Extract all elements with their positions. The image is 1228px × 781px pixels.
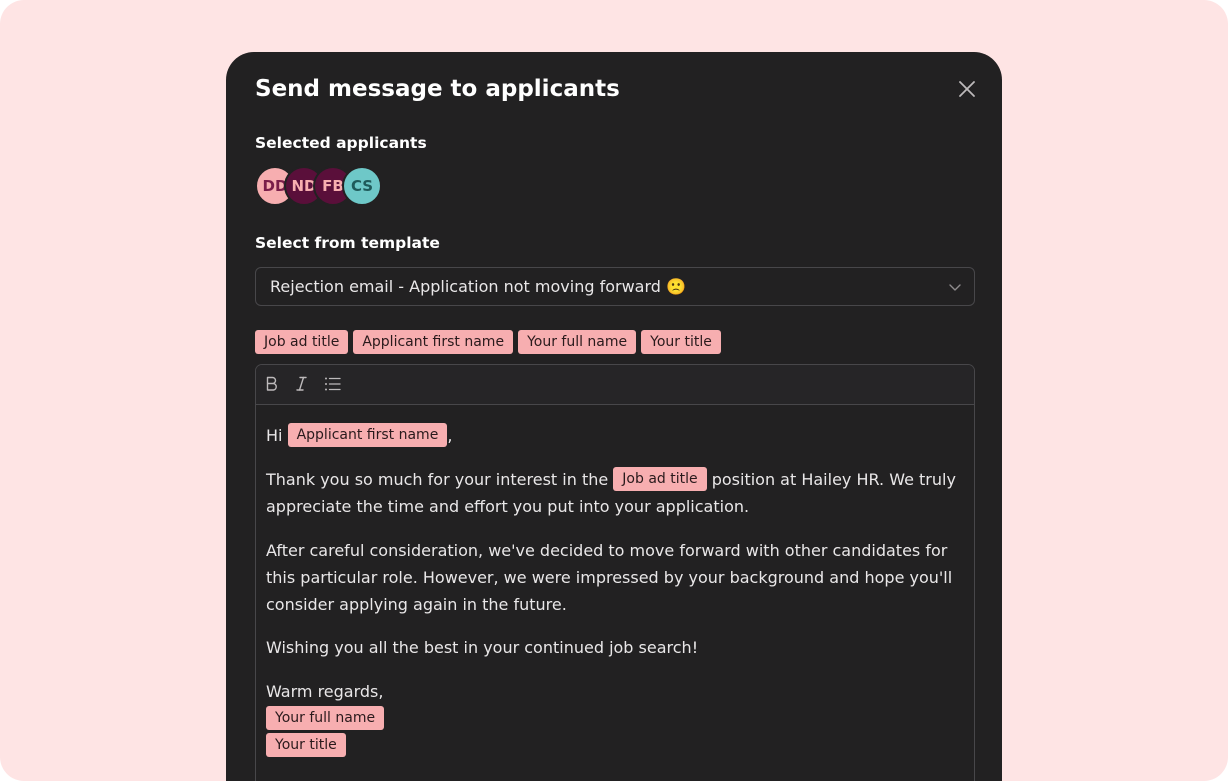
signature-title-line: Your title xyxy=(266,732,962,759)
paragraph-1-before: Thank you so much for your interest in t… xyxy=(266,470,609,489)
inline-chip-applicant-first-name[interactable]: Applicant first name xyxy=(287,423,448,447)
close-icon xyxy=(959,81,975,97)
template-selected-value: Rejection email - Application not moving… xyxy=(270,277,686,296)
signature-name-line: Your full name xyxy=(266,705,962,732)
message-editor[interactable]: Hi Applicant first name, Thank you so mu… xyxy=(255,364,975,781)
variable-chips: Job ad title Applicant first name Your f… xyxy=(255,330,721,354)
chevron-down-icon xyxy=(949,284,961,291)
greeting-prefix: Hi xyxy=(266,426,283,445)
applicant-avatars: DD ND FB CS xyxy=(255,166,415,206)
editor-toolbar xyxy=(256,365,974,405)
bold-icon xyxy=(266,376,277,391)
inline-chip-your-full-name[interactable]: Your full name xyxy=(266,706,385,730)
page-backdrop: Send message to applicants Selected appl… xyxy=(0,0,1228,781)
paragraph-2: After careful consideration, we've decid… xyxy=(266,541,953,614)
greeting-suffix: , xyxy=(447,426,453,445)
variable-chip-applicant-first-name[interactable]: Applicant first name xyxy=(353,330,514,354)
select-template-label: Select from template xyxy=(255,234,440,252)
bulleted-list-icon xyxy=(325,377,341,391)
avatar-initials: FB xyxy=(322,177,344,195)
variable-chip-your-title[interactable]: Your title xyxy=(641,330,721,354)
signoff: Warm regards, xyxy=(266,682,384,701)
template-select[interactable]: Rejection email - Application not moving… xyxy=(255,267,975,306)
inline-chip-job-ad-title[interactable]: Job ad title xyxy=(613,467,707,491)
italic-button[interactable] xyxy=(292,374,312,394)
variable-chip-your-full-name[interactable]: Your full name xyxy=(518,330,637,354)
modal-title: Send message to applicants xyxy=(255,76,620,102)
bold-button[interactable] xyxy=(262,374,282,394)
selected-applicants-label: Selected applicants xyxy=(255,134,427,152)
close-button[interactable] xyxy=(954,76,980,102)
send-message-modal: Send message to applicants Selected appl… xyxy=(226,52,1002,781)
inline-chip-your-title[interactable]: Your title xyxy=(266,733,346,757)
avatar[interactable]: CS xyxy=(342,166,382,206)
greeting-line: Hi Applicant first name, xyxy=(266,422,962,449)
avatar-initials: CS xyxy=(350,177,374,195)
variable-chip-job-ad-title[interactable]: Job ad title xyxy=(255,330,349,354)
bulleted-list-button[interactable] xyxy=(323,374,343,394)
paragraph-3: Wishing you all the best in your continu… xyxy=(266,638,699,657)
paragraph-1: Thank you so much for your interest in t… xyxy=(266,466,962,520)
italic-icon xyxy=(296,376,307,391)
